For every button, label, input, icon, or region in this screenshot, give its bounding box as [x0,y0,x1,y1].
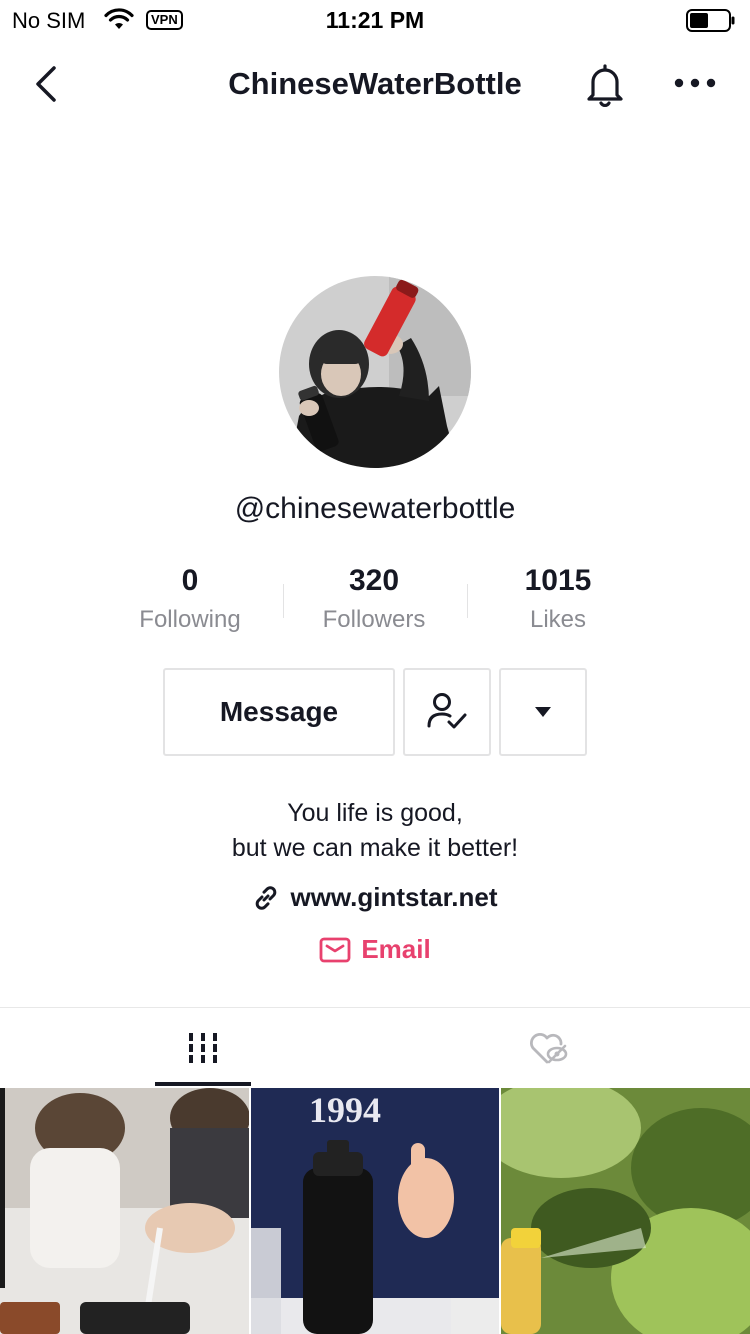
message-button[interactable]: Message [163,668,395,756]
likes-count: 1015 [524,564,592,597]
status-time: 11:21 PM [325,7,425,33]
website-link[interactable]: www.gintstar.net [0,882,750,913]
following-status-button[interactable] [403,668,491,756]
email-button[interactable]: Email [0,934,750,965]
grid-icon [189,1033,217,1063]
active-tab-indicator [155,1082,251,1086]
link-icon [256,885,277,910]
followers-count: 320 [348,564,400,597]
status-bar: No SIM VPN 11:21 PM [0,0,750,40]
video-grid: 1994 [0,1088,750,1334]
user-check-icon [427,693,467,729]
shirt-print-text: 1994 [309,1090,381,1130]
stat-followers[interactable]: 320 Followers [284,564,464,634]
profile-username: @chinesewaterbottle [234,492,516,525]
following-label: Following [139,606,241,633]
avatar[interactable] [279,276,471,468]
tabs-divider [0,1007,750,1008]
bio-line-1: You life is good, [287,799,463,827]
profile-bio: You life is good, but we can make it bet… [0,796,750,866]
likes-label: Likes [529,606,587,633]
following-count: 0 [181,564,199,597]
tab-liked-videos[interactable] [500,1010,596,1086]
video-thumbnail[interactable]: 1994 [251,1088,499,1334]
video-thumbnail[interactable] [0,1088,249,1334]
email-label: Email [361,934,431,964]
website-url: www.gintstar.net [290,882,498,912]
stat-likes[interactable]: 1015 Likes [468,564,648,634]
suggested-accounts-dropdown[interactable] [499,668,587,756]
profile-stats: 0 Following 320 Followers 1015 Likes [0,564,750,644]
page-title: ChineseWaterBottle [228,66,522,101]
followers-label: Followers [322,606,426,633]
liked-heart-hidden-icon [530,1033,568,1064]
video-thumbnail[interactable] [501,1088,750,1334]
mail-icon [319,937,351,962]
stat-following[interactable]: 0 Following [100,564,280,634]
nav-bar: ChineseWaterBottle [0,50,750,116]
tab-videos[interactable] [155,1010,251,1086]
caret-down-icon [535,707,551,717]
battery-icon [686,9,735,32]
bell-icon[interactable] [582,62,628,108]
more-dots-icon[interactable] [670,68,720,98]
bio-line-2: but we can make it better! [231,834,519,862]
